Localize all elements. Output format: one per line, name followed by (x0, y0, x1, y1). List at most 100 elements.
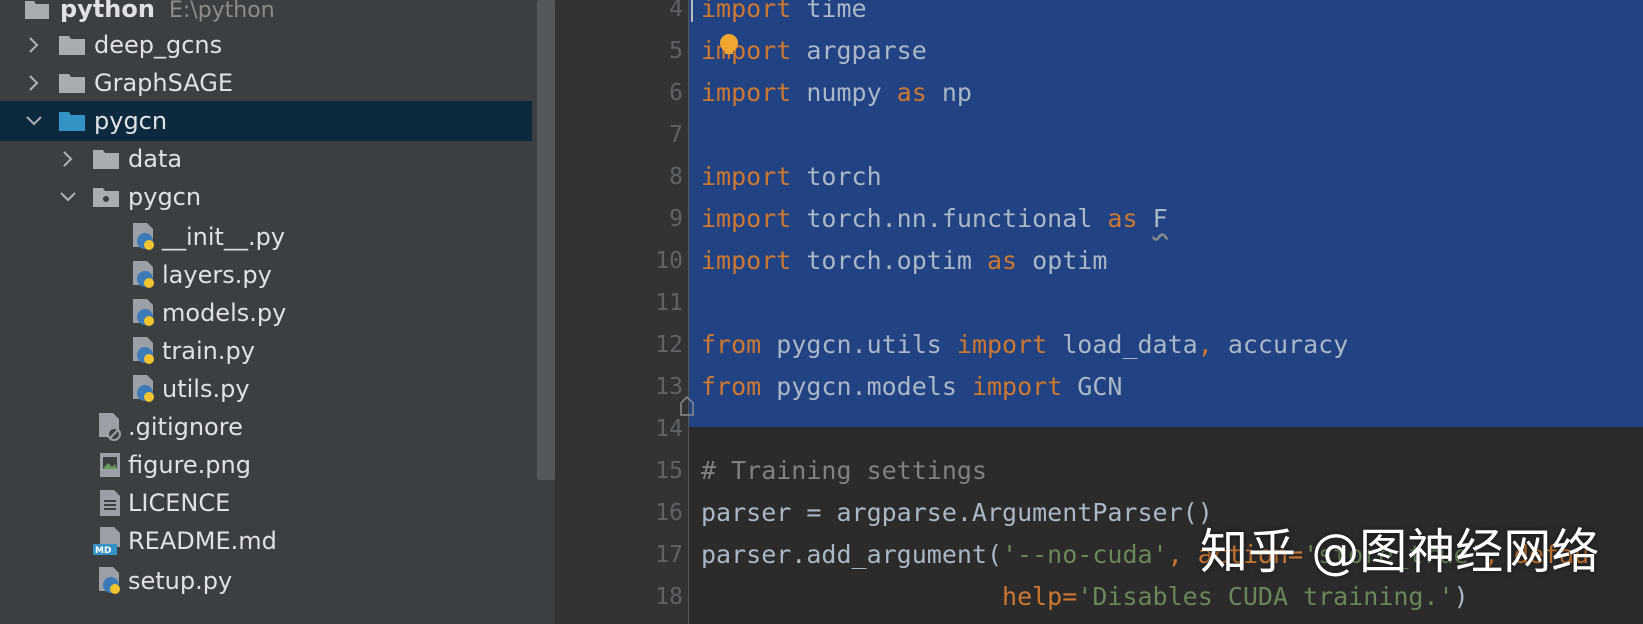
fold-marker-icon[interactable] (680, 395, 694, 416)
code-line: from pygcn.models import GCN (701, 365, 1122, 409)
code-token: as (986, 246, 1018, 275)
code-token: np (926, 78, 972, 107)
tree-item-layers-py[interactable]: layers.py (0, 255, 532, 295)
text-file-icon (96, 483, 124, 523)
code-token: torch.nn.functional (791, 204, 1108, 233)
line-number: 5 (669, 38, 683, 64)
tree-item-label: LICENCE (128, 489, 231, 517)
tree-item-label: __init__.py (162, 223, 286, 251)
python-file-icon (130, 217, 158, 257)
code-token: GCN (1062, 372, 1123, 401)
tree-item-utils-py[interactable]: utils.py (0, 369, 532, 409)
project-tool-window: python E:\python deep_gcns GraphSAGE pygc… (0, 0, 555, 624)
watermark: 知乎 @图神经网络 (1200, 524, 1600, 580)
python-file-icon (130, 331, 158, 371)
code-token: 'Disables CUDA training.' (1077, 582, 1454, 611)
tree-item-setup-py[interactable]: setup.py (0, 561, 532, 601)
folder-icon (58, 25, 86, 65)
markdown-file-icon: MD (92, 521, 126, 561)
project-scrollbar[interactable] (537, 0, 555, 480)
code-token: F (1152, 204, 1168, 233)
code-token: import (956, 330, 1048, 359)
folder-icon (58, 101, 86, 141)
root-path: E:\python (168, 0, 275, 23)
folder-icon (92, 139, 120, 179)
chevron-right-icon[interactable] (58, 139, 78, 179)
code-token: parser = argparse.ArgumentParser() (701, 498, 1213, 527)
code-token: parser.add_argument( (701, 540, 1003, 569)
tree-item-figure-png[interactable]: figure.png (0, 445, 532, 485)
code-line: import torch.optim as optim (701, 239, 1107, 283)
tree-item-readme-md[interactable]: MD README.md (0, 521, 532, 561)
tree-item-pygcn-root[interactable]: pygcn (0, 101, 532, 141)
folder-icon (58, 63, 86, 103)
tree-item-gitignore[interactable]: .gitignore (0, 407, 532, 447)
code-token: numpy (791, 78, 897, 107)
code-token: from (701, 330, 762, 359)
tree-item-label: pygcn (128, 183, 202, 211)
line-number: 9 (669, 206, 683, 232)
line-number: 11 (655, 290, 683, 316)
chevron-down-icon[interactable] (58, 177, 78, 217)
lightbulb-icon[interactable] (718, 33, 740, 55)
tree-item-models-py[interactable]: models.py (0, 293, 532, 333)
tree-item-graphsage[interactable]: GraphSAGE (0, 63, 532, 103)
root-name: python (60, 0, 155, 23)
tree-item-label: layers.py (162, 261, 272, 289)
line-number: 13 (655, 374, 683, 400)
code-token: argparse (791, 36, 927, 65)
tree-item-licence[interactable]: LICENCE (0, 483, 532, 523)
line-number: 16 (655, 500, 683, 526)
package-folder-icon (92, 177, 120, 217)
tree-item-label: setup.py (128, 567, 233, 595)
code-line: parser = argparse.ArgumentParser() (701, 491, 1213, 535)
tree-item-init-py[interactable]: __init__.py (0, 217, 532, 257)
code-token: torch (791, 162, 882, 191)
chevron-right-icon[interactable] (24, 63, 44, 103)
tree-item-deep-gcns[interactable]: deep_gcns (0, 25, 532, 65)
line-number: 15 (655, 458, 683, 484)
code-token: pygcn.models (761, 372, 972, 401)
code-token: import (701, 36, 792, 65)
python-file-icon (96, 561, 124, 601)
line-number: 17 (655, 542, 683, 568)
code-token: ) (1453, 582, 1469, 611)
code-line: import numpy as np (701, 71, 972, 115)
line-number: 14 (655, 416, 683, 442)
line-number-gutter: 4 5 6 7 8 9 10 11 12 13 14 15 16 17 18 (555, 0, 688, 624)
tree-item-pygcn-package[interactable]: pygcn (0, 177, 532, 217)
python-file-icon (130, 369, 158, 409)
chevron-down-icon[interactable] (24, 101, 44, 141)
code-line: import time (701, 0, 867, 31)
line-number: 6 (669, 80, 683, 106)
code-token: '--no-cuda' (1002, 540, 1168, 569)
tree-item-label: utils.py (162, 375, 250, 403)
code-token: load_data (1047, 330, 1198, 359)
code-token: optim (1017, 246, 1108, 275)
code-token: time (791, 0, 867, 23)
tree-item-train-py[interactable]: train.py (0, 331, 532, 371)
code-line: import torch.nn.functional as F (701, 197, 1168, 241)
code-token: from (701, 372, 762, 401)
tree-item-label: pygcn (94, 107, 168, 135)
tree-item-data[interactable]: data (0, 139, 532, 179)
tree-item-label: data (128, 145, 183, 173)
line-number: 4 (669, 0, 683, 22)
code-token: as (1107, 204, 1138, 233)
image-file-icon (96, 445, 124, 485)
text-caret (691, 0, 693, 22)
code-token: import (701, 246, 792, 275)
chevron-right-icon[interactable] (24, 25, 44, 65)
line-number: 18 (655, 584, 683, 610)
python-file-icon (130, 293, 158, 333)
tree-item-label: figure.png (128, 451, 251, 479)
line-number: 8 (669, 164, 683, 190)
tree-item-label: models.py (162, 299, 287, 327)
code-token: , (1167, 540, 1198, 569)
code-line: from pygcn.utils import load_data, accur… (701, 323, 1348, 367)
code-line: # Training settings (701, 449, 987, 493)
ignore-file-icon (96, 407, 124, 447)
code-token: import (971, 372, 1063, 401)
